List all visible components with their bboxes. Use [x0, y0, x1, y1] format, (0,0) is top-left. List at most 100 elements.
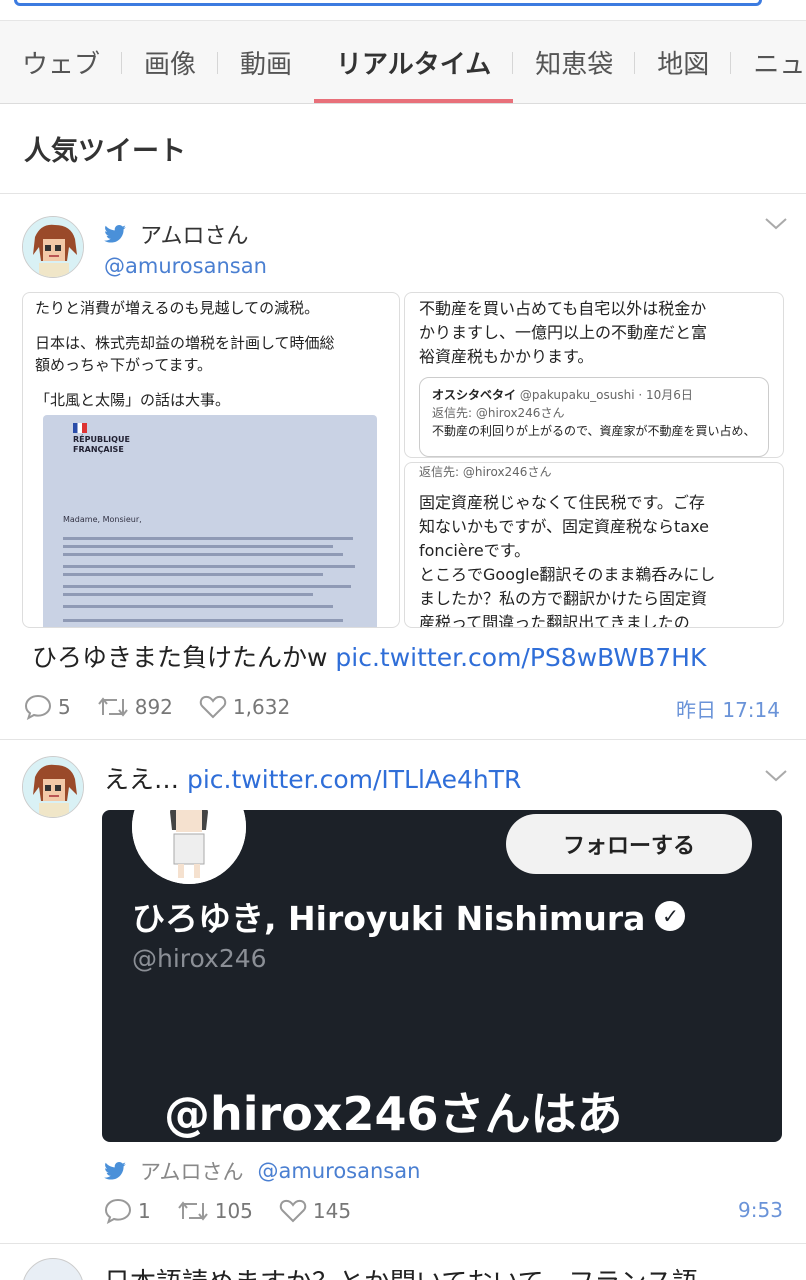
- quoted-handle: @pakupaku_osushi · 10月6日: [519, 388, 693, 402]
- image-text: 不動産を買い占めても自宅以外は税金か: [419, 299, 707, 318]
- french-flag-icon: [73, 423, 87, 433]
- letter-header: RÉPUBLIQUE FRANÇAISE: [73, 435, 130, 454]
- section-title: 人気ツイート: [0, 104, 806, 194]
- reply-icon: [24, 694, 52, 720]
- tab-images[interactable]: 画像: [122, 21, 219, 103]
- tweet-image-column: 不動産を買い占めても自宅以外は税金か かりますし、一億円以上の不動産だと富 裕資…: [404, 292, 784, 628]
- image-text-block: 不動産を買い占めても自宅以外は税金か かりますし、一億円以上の不動産だと富 裕資…: [419, 297, 707, 369]
- retweet-count: 105: [214, 1199, 253, 1223]
- image-text: かりますし、一億円以上の不動産だと富: [419, 323, 708, 342]
- tweet-actions: 1 105 145: [104, 1198, 377, 1224]
- image-text: 裕資産税もかかります。: [419, 347, 594, 366]
- image-text: 知ないかもですが、固定資産税ならtaxe: [419, 517, 709, 536]
- tweet-text: ええ… pic.twitter.com/ITLlAe4hTR: [104, 760, 521, 796]
- tab-map[interactable]: 地図: [635, 21, 732, 103]
- like-count: 145: [312, 1199, 352, 1223]
- tweet-author-name[interactable]: アムロさん: [140, 218, 248, 250]
- image-text: 額めっちゃ下がってます。: [35, 356, 213, 374]
- quoted-tweet: オスシタベタイ @pakupaku_osushi · 10月6日 返信先: @h…: [419, 377, 769, 457]
- reply-count: 5: [58, 695, 71, 719]
- profile-name-row: ひろゆき, Hiroyuki Nishimura ✓: [132, 892, 686, 940]
- tweet-text: 日本語読めますか？とか聞いておいて、フランス語: [104, 1262, 698, 1280]
- avatar[interactable]: [22, 756, 84, 818]
- quoted-author: オスシタベタイ: [432, 388, 517, 402]
- like-count: 1,632: [232, 695, 291, 719]
- retweet-count: 892: [134, 695, 173, 719]
- tab-label: ニュ: [753, 49, 806, 80]
- letter-salutation: Madame, Monsieur,: [63, 515, 142, 524]
- tweet-card[interactable]: アムロさん @amurosansan たりと消費が増えるのも見越しての減税。 日…: [0, 194, 806, 740]
- retweet-button[interactable]: 105: [177, 1199, 253, 1223]
- quoted-reply-to: 返信先: @hirox246さん: [432, 406, 565, 420]
- follow-button: フォローする: [506, 814, 752, 874]
- tab-realtime[interactable]: リアルタイム: [314, 21, 514, 103]
- tweet-time[interactable]: 9:53: [738, 1198, 783, 1222]
- tweet-time[interactable]: 昨日 17:14: [676, 694, 780, 723]
- retweet-icon: [177, 1201, 208, 1221]
- tweet-actions: 5 892 1,632: [24, 694, 316, 720]
- image-text: たりと消費が増えるのも見越しての減税。: [35, 299, 320, 317]
- tab-news[interactable]: ニュ: [731, 21, 806, 103]
- tab-label: リアルタイム: [336, 49, 492, 80]
- reply-button[interactable]: 1: [104, 1198, 151, 1224]
- profile-name: ひろゆき, Hiroyuki Nishimura: [132, 899, 646, 938]
- tweet-link[interactable]: pic.twitter.com/ITLlAe4hTR: [187, 765, 521, 794]
- image-reply-to: 返信先: @hirox246さん: [419, 465, 552, 479]
- tab-videos[interactable]: 動画: [218, 21, 314, 103]
- quoted-text: 不動産の利回りが上がるので、資産家が不動産を買い占め、: [432, 424, 756, 438]
- tweet-text: ひろゆきまた負けたんかw pic.twitter.com/PS8wBWB7HK: [32, 638, 706, 674]
- image-text: 「北風と太陽」の話は大事。: [35, 390, 231, 409]
- tweet-link[interactable]: pic.twitter.com/PS8wBWB7HK: [335, 643, 706, 672]
- image-text: 固定資産税じゃなくて住民税です。ご存: [419, 493, 705, 512]
- image-text: ましたか？私の方で翻訳かけたら固定資: [419, 589, 708, 608]
- tweet-image-2[interactable]: 不動産を買い占めても自宅以外は税金か かりますし、一億円以上の不動産だと富 裕資…: [404, 292, 784, 458]
- tweet-author-name[interactable]: アムロさん: [140, 1156, 244, 1186]
- image-text: 日本は、株式売却益の増税を計画して時価総: [35, 333, 335, 352]
- tab-label: 地図: [657, 49, 710, 80]
- retweet-button[interactable]: 892: [97, 695, 173, 719]
- retweet-icon: [97, 697, 128, 717]
- tab-label: 動画: [240, 49, 293, 80]
- tab-label: 画像: [144, 49, 197, 80]
- tweet-body: ええ…: [104, 765, 187, 794]
- verified-icon: ✓: [655, 901, 686, 931]
- reply-count: 1: [138, 1199, 151, 1223]
- tweet-image-grid[interactable]: たりと消費が増えるのも見越しての減税。 日本は、株式売却益の増税を計画して時価総…: [22, 292, 784, 628]
- tweet-image-profile-screenshot[interactable]: フォローする ひろゆき, Hiroyuki Nishimura ✓ @hirox…: [102, 810, 782, 1142]
- avatar[interactable]: [22, 216, 84, 278]
- heart-icon: [279, 1199, 307, 1223]
- tweet-card[interactable]: 日本語読めますか？とか聞いておいて、フランス語: [0, 1244, 806, 1280]
- tab-label: ウェブ: [22, 49, 101, 80]
- search-tabs: ウェブ 画像 動画 リアルタイム 知恵袋 地図 ニュ: [0, 20, 806, 104]
- reply-button[interactable]: 5: [24, 694, 71, 720]
- french-letter-photo: RÉPUBLIQUE FRANÇAISE Madame, Monsieur,: [43, 415, 377, 627]
- like-button[interactable]: 145: [279, 1199, 351, 1223]
- like-button[interactable]: 1,632: [199, 695, 290, 719]
- chevron-down-icon[interactable]: [764, 212, 788, 236]
- chevron-down-icon[interactable]: [764, 764, 788, 788]
- heart-icon: [199, 695, 227, 719]
- tweet-image-1[interactable]: たりと消費が増えるのも見越しての減税。 日本は、株式売却益の増税を計画して時価総…: [22, 292, 400, 628]
- image-text: ところでGoogle翻訳そのまま鵜呑みにし: [419, 565, 716, 584]
- tab-web[interactable]: ウェブ: [0, 21, 123, 103]
- tweet-author-handle[interactable]: @amurosansan: [104, 254, 267, 278]
- twitter-bird-icon: [104, 225, 126, 243]
- tab-label: 知恵袋: [535, 49, 614, 80]
- tweet-body: ひろゆきまた負けたんかw: [32, 643, 336, 672]
- profile-handle: @hirox246: [132, 944, 267, 973]
- tab-chiebukuro[interactable]: 知恵袋: [513, 21, 636, 103]
- tweet-author-row: アムロさん: [104, 218, 248, 250]
- tweet-author-handle[interactable]: @amurosansan: [258, 1159, 421, 1183]
- profile-big-text: @hirox246さんはあ: [164, 1087, 623, 1141]
- search-field-border[interactable]: [14, 0, 762, 6]
- search-bar-edge: [0, 0, 806, 20]
- profile-avatar: [132, 810, 246, 884]
- reply-icon: [104, 1198, 132, 1224]
- twitter-bird-icon: [104, 1162, 126, 1180]
- image-text-block: たりと消費が増えるのも見越しての減税。 日本は、株式売却益の増税を計画して時価総…: [35, 297, 335, 411]
- avatar[interactable]: [22, 1258, 84, 1280]
- retweeted-by-row: アムロさん @amurosansan: [104, 1156, 420, 1186]
- image-text: foncièreです。: [419, 541, 531, 560]
- image-text-block: 固定資産税じゃなくて住民税です。ご存 知ないかもですが、固定資産税ならtaxe …: [419, 491, 716, 627]
- tweet-image-3[interactable]: 返信先: @hirox246さん 固定資産税じゃなくて住民税です。ご存 知ないか…: [404, 462, 784, 628]
